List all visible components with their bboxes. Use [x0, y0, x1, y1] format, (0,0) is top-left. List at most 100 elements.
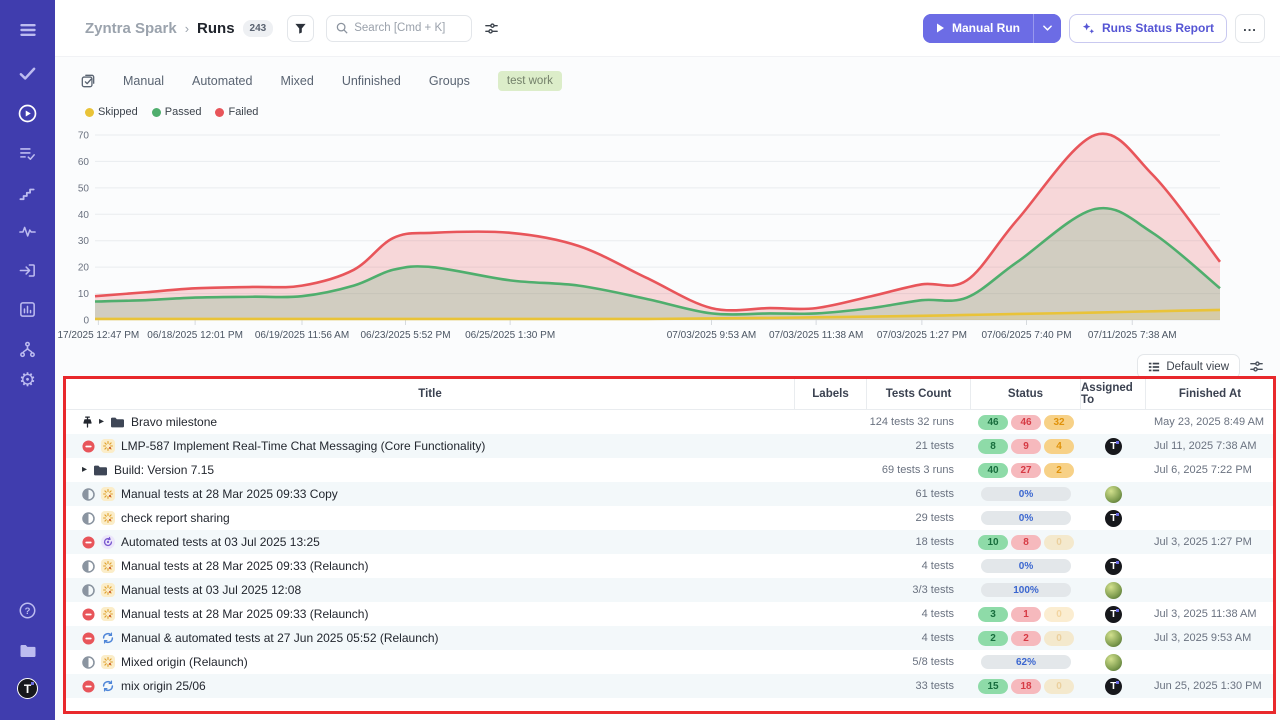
- column-header-labels[interactable]: Labels: [795, 379, 867, 409]
- tests-count-cell: 4 tests: [867, 626, 971, 650]
- run-title-cell[interactable]: Manual tests at 28 Mar 2025 09:33 Copy: [66, 482, 795, 506]
- column-header-finished-at[interactable]: Finished At: [1146, 379, 1274, 409]
- sidebar-defects-pulse-icon[interactable]: [15, 219, 40, 244]
- sidebar-reports-chart-icon[interactable]: [15, 297, 40, 322]
- tab-groups[interactable]: Groups: [429, 74, 470, 88]
- assignee-avatar[interactable]: T: [1105, 606, 1122, 623]
- sidebar-tests-check-icon[interactable]: [15, 61, 40, 86]
- svg-text:07/03/2025 9:53 AM: 07/03/2025 9:53 AM: [667, 330, 757, 341]
- assignee-avatar[interactable]: [1105, 582, 1122, 599]
- table-row[interactable]: Manual tests at 03 Jul 2025 12:083/3 tes…: [66, 578, 1274, 602]
- run-title-cell[interactable]: check report sharing: [66, 506, 795, 530]
- search-box[interactable]: [326, 15, 472, 42]
- breadcrumb-project[interactable]: Zyntra Spark: [85, 20, 177, 37]
- finished-at-cell: [1146, 578, 1274, 602]
- sidebar-projects-folder-icon[interactable]: [15, 638, 40, 663]
- sidebar-integrations-branch-icon[interactable]: [15, 337, 40, 362]
- svg-text:06/19/2025 11:56 AM: 06/19/2025 11:56 AM: [255, 330, 349, 341]
- table-row[interactable]: Manual & automated tests at 27 Jun 2025 …: [66, 626, 1274, 650]
- table-row[interactable]: Automated tests at 03 Jul 2025 13:2518 t…: [66, 530, 1274, 554]
- more-actions-button[interactable]: ...: [1235, 14, 1265, 43]
- table-row[interactable]: Manual tests at 28 Mar 2025 09:33 Copy61…: [66, 482, 1274, 506]
- manual-run-dropdown-button[interactable]: [1033, 14, 1061, 43]
- legend-item-skipped[interactable]: Skipped: [85, 106, 138, 118]
- expand-chevron-icon[interactable]: ▸: [82, 465, 87, 475]
- legend-item-passed[interactable]: Passed: [152, 106, 202, 118]
- assignee-avatar[interactable]: [1105, 654, 1122, 671]
- sidebar-runs-play-icon[interactable]: [15, 101, 40, 126]
- sidebar-settings-gear-icon[interactable]: ⚙: [15, 368, 40, 393]
- run-title: Manual tests at 28 Mar 2025 09:33 (Relau…: [121, 559, 368, 573]
- svg-text:06/18/2025 12:01 PM: 06/18/2025 12:01 PM: [147, 330, 243, 341]
- skipped-count-badge: 2: [1044, 463, 1074, 478]
- filter-button[interactable]: [287, 15, 314, 42]
- finished-at-cell: May 23, 2025 8:49 AM: [1146, 410, 1274, 434]
- tab-automated[interactable]: Automated: [192, 74, 252, 88]
- assignee-avatar[interactable]: T: [1105, 510, 1122, 527]
- column-header-assigned-to[interactable]: Assigned To: [1081, 379, 1146, 409]
- table-row[interactable]: Mixed origin (Relaunch)5/8 tests62%: [66, 650, 1274, 674]
- tab-mixed[interactable]: Mixed: [280, 74, 313, 88]
- assignee-avatar[interactable]: T: [1105, 438, 1122, 455]
- table-row[interactable]: check report sharing29 tests0%T: [66, 506, 1274, 530]
- run-title-cell[interactable]: Automated tests at 03 Jul 2025 13:25: [66, 530, 795, 554]
- assignee-avatar[interactable]: [1105, 486, 1122, 503]
- default-view-button[interactable]: Default view: [1137, 354, 1240, 379]
- run-title-cell[interactable]: Manual & automated tests at 27 Jun 2025 …: [66, 626, 795, 650]
- progress-bar: 0%: [981, 511, 1071, 525]
- assignee-avatar[interactable]: T: [1105, 558, 1122, 575]
- finished-at-cell: Jul 3, 2025 11:38 AM: [1146, 602, 1274, 626]
- search-icon: [336, 22, 348, 34]
- manual-run-button[interactable]: Manual Run: [923, 14, 1033, 43]
- status-cell: 0%: [971, 506, 1081, 530]
- finished-at-cell: [1146, 554, 1274, 578]
- sidebar-menu-icon[interactable]: [15, 17, 40, 42]
- search-input[interactable]: [354, 22, 464, 34]
- status-aborted-icon: [82, 680, 95, 693]
- run-title-cell[interactable]: ▸Build: Version 7.15: [66, 458, 795, 482]
- table-view-icon: [1148, 361, 1160, 373]
- assigned-cell: [1081, 530, 1146, 554]
- run-title-cell[interactable]: mix origin 25/06: [66, 674, 795, 698]
- column-header-status[interactable]: Status: [971, 379, 1081, 409]
- run-title-cell[interactable]: Manual tests at 03 Jul 2025 12:08: [66, 578, 795, 602]
- sidebar-help-icon[interactable]: ?: [15, 598, 40, 623]
- run-title-cell[interactable]: LMP-587 Implement Real-Time Chat Messagi…: [66, 434, 795, 458]
- column-header-tests-count[interactable]: Tests Count: [867, 379, 971, 409]
- pin-icon: [82, 416, 93, 428]
- tab-manual[interactable]: Manual: [123, 74, 164, 88]
- topbar-actions: Manual Run Runs Status Report ...: [923, 14, 1265, 43]
- assignee-avatar[interactable]: [1105, 630, 1122, 647]
- failed-count-badge: 2: [1011, 631, 1041, 646]
- table-row[interactable]: mix origin 25/0633 tests15180TJun 25, 20…: [66, 674, 1274, 698]
- sidebar-test-plans-icon[interactable]: [15, 141, 40, 166]
- legend-dot: [85, 108, 94, 117]
- select-all-icon[interactable]: [81, 74, 95, 88]
- tab-unfinished[interactable]: Unfinished: [342, 74, 401, 88]
- run-title-cell[interactable]: ▸Bravo milestone: [66, 410, 795, 434]
- expand-chevron-icon[interactable]: ▸: [99, 417, 104, 427]
- finished-at-cell: Jul 11, 2025 7:38 AM: [1146, 434, 1274, 458]
- status-cell: 1080: [971, 530, 1081, 554]
- table-row[interactable]: LMP-587 Implement Real-Time Chat Messagi…: [66, 434, 1274, 458]
- tests-count-cell: 69 tests 3 runs: [867, 458, 971, 482]
- table-row[interactable]: ▸Bravo milestone124 tests 32 runs464632M…: [66, 410, 1274, 434]
- table-row[interactable]: Manual tests at 28 Mar 2025 09:33 (Relau…: [66, 602, 1274, 626]
- sidebar-milestones-icon[interactable]: [15, 181, 40, 206]
- active-filter-badge[interactable]: test work: [498, 71, 562, 91]
- view-settings-icon[interactable]: [1249, 359, 1264, 374]
- run-title-cell[interactable]: Manual tests at 28 Mar 2025 09:33 (Relau…: [66, 554, 795, 578]
- assignee-avatar[interactable]: T: [1105, 678, 1122, 695]
- table-row[interactable]: ▸Build: Version 7.1569 tests 3 runs40272…: [66, 458, 1274, 482]
- runs-status-report-button[interactable]: Runs Status Report: [1069, 14, 1227, 43]
- run-title-cell[interactable]: Manual tests at 28 Mar 2025 09:33 (Relau…: [66, 602, 795, 626]
- sidebar-user-avatar[interactable]: T: [15, 676, 40, 701]
- column-header-title[interactable]: Title: [66, 379, 795, 409]
- legend-item-failed[interactable]: Failed: [215, 106, 258, 118]
- sidebar-import-icon[interactable]: [15, 258, 40, 283]
- run-title: Automated tests at 03 Jul 2025 13:25: [121, 535, 320, 549]
- run-title-cell[interactable]: Mixed origin (Relaunch): [66, 650, 795, 674]
- table-row[interactable]: Manual tests at 28 Mar 2025 09:33 (Relau…: [66, 554, 1274, 578]
- search-settings-icon[interactable]: [484, 21, 499, 36]
- svg-text:30: 30: [78, 236, 90, 247]
